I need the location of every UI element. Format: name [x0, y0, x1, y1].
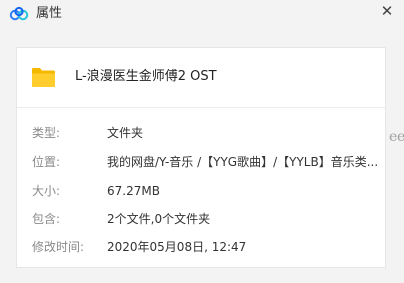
background-text-fragment: eet — [389, 129, 404, 145]
location-label: 位置: — [32, 155, 61, 169]
file-name: L-浪漫医生金师傅2 OST — [75, 69, 217, 84]
folder-icon — [31, 66, 56, 88]
size-value: 67.27MB — [107, 184, 160, 198]
type-value: 文件夹 — [107, 126, 144, 140]
modified-time-value: 2020年05月08日, 12:47 — [107, 240, 247, 254]
window-title: 属性 — [36, 6, 63, 21]
size-label: 大小: — [32, 184, 61, 198]
close-button[interactable]: ✕ — [376, 0, 398, 22]
contains-label: 包含: — [32, 212, 61, 226]
modified-time-label: 修改时间: — [32, 240, 85, 254]
location-value[interactable]: 我的网盘/Y-音乐 /【YYG歌曲】/【YYLB】音乐类... — [107, 155, 378, 169]
type-label: 类型: — [32, 126, 61, 140]
properties-panel: L-浪漫医生金师傅2 OST 类型: 文件夹 位置: 我的网盘/Y-音乐 /【Y… — [16, 47, 386, 268]
contains-value: 2个文件,0个文件夹 — [107, 212, 211, 226]
close-icon: ✕ — [380, 1, 394, 20]
title-bar: 属性 ✕ — [0, 0, 404, 30]
cloud-logo-icon — [9, 6, 29, 22]
divider — [17, 107, 385, 108]
